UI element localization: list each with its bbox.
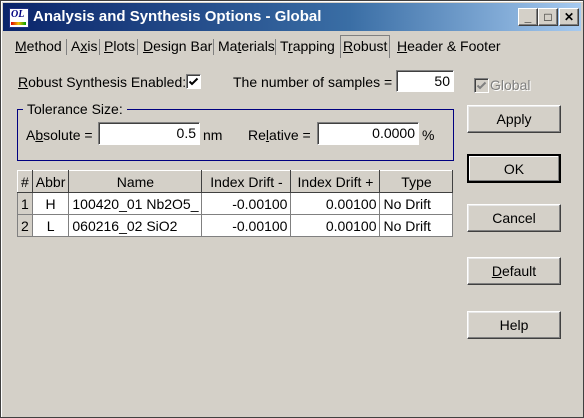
help-button[interactable]: Help (467, 311, 561, 339)
samples-label: The number of samples = (233, 74, 393, 90)
cell-abbr[interactable]: L (31, 214, 70, 237)
minimize-button[interactable]: _ (518, 8, 538, 26)
absolute-unit: nm (203, 127, 223, 143)
tab-method[interactable]: Method (15, 37, 62, 55)
header-drift-minus[interactable]: Index Drift - (201, 170, 292, 193)
header-abbr[interactable]: Abbr (31, 170, 70, 193)
tab-header-footer[interactable]: Header & Footer (397, 37, 501, 55)
cell-abbr[interactable]: H (31, 192, 70, 215)
cancel-button[interactable]: Cancel (467, 204, 561, 232)
global-checkbox[interactable] (474, 78, 489, 93)
app-icon-text: OL (11, 9, 25, 20)
checkmark-icon (188, 77, 199, 86)
relative-input[interactable]: 0.0000 (317, 122, 419, 145)
tab-design-bar[interactable]: Design Bar (143, 37, 212, 55)
header-num[interactable]: # (17, 170, 33, 193)
close-icon: ✕ (563, 10, 575, 24)
minimize-icon: _ (524, 10, 532, 24)
cell-type[interactable]: No Drift (379, 214, 454, 237)
absolute-input[interactable]: 0.5 (98, 122, 200, 145)
cell-drift-minus[interactable]: -0.00100 (201, 214, 292, 237)
grid-header-row: # Abbr Name Index Drift - Index Drift + … (17, 170, 454, 193)
close-button[interactable]: ✕ (559, 8, 579, 26)
tab-separator (66, 39, 67, 55)
dialog-window: OL Analysis and Synthesis Options - Glob… (0, 0, 584, 418)
robust-enabled-label: Robust Synthesis Enabled: (18, 74, 187, 90)
tab-plots[interactable]: Plots (104, 37, 135, 55)
tab-separator (99, 39, 100, 55)
default-button[interactable]: Default (467, 257, 561, 285)
cell-drift-plus[interactable]: 0.00100 (290, 192, 381, 215)
row-number: 1 (17, 192, 33, 215)
tolerance-group-title: Tolerance Size: (23, 101, 127, 117)
header-name[interactable]: Name (68, 170, 203, 193)
cell-drift-plus[interactable]: 0.00100 (290, 214, 381, 237)
global-label: Global (490, 77, 531, 93)
checkmark-icon (476, 81, 487, 90)
app-icon-stripe (11, 22, 26, 25)
header-drift-plus[interactable]: Index Drift + (290, 170, 381, 193)
cell-drift-minus[interactable]: -0.00100 (201, 192, 292, 215)
cell-name[interactable]: 060216_02 SiO2 (68, 214, 203, 237)
tab-robust[interactable]: Robust (340, 35, 391, 58)
ok-button[interactable]: OK (467, 154, 561, 183)
tab-separator (213, 39, 214, 55)
row-number: 2 (17, 214, 33, 237)
robust-enabled-checkbox[interactable] (186, 74, 201, 89)
tab-separator (137, 39, 138, 55)
materials-drift-grid: # Abbr Name Index Drift - Index Drift + … (17, 170, 454, 237)
cell-type[interactable]: No Drift (379, 192, 454, 215)
tab-materials[interactable]: Materials (218, 37, 275, 55)
header-type[interactable]: Type (379, 170, 454, 193)
cell-name[interactable]: 100420_01 Nb2O5_ (68, 192, 203, 215)
maximize-icon: □ (544, 10, 552, 24)
app-icon[interactable]: OL (9, 8, 29, 28)
apply-button[interactable]: Apply (467, 105, 561, 133)
maximize-button[interactable]: □ (538, 8, 558, 26)
title-bar[interactable]: OL Analysis and Synthesis Options - Glob… (3, 3, 581, 31)
tab-axis[interactable]: Axis (71, 37, 97, 55)
relative-unit: % (422, 127, 435, 143)
table-row[interactable]: 2 L 060216_02 SiO2 -0.00100 0.00100 No D… (17, 214, 454, 237)
samples-input[interactable]: 50 (396, 70, 454, 92)
absolute-label: Absolute = (26, 127, 93, 143)
tab-trapping[interactable]: Trapping (280, 37, 335, 55)
table-row[interactable]: 1 H 100420_01 Nb2O5_ -0.00100 0.00100 No… (17, 192, 454, 215)
relative-label: Relative = (248, 127, 311, 143)
tab-separator (275, 39, 276, 55)
window-title: Analysis and Synthesis Options - Global (33, 8, 322, 25)
